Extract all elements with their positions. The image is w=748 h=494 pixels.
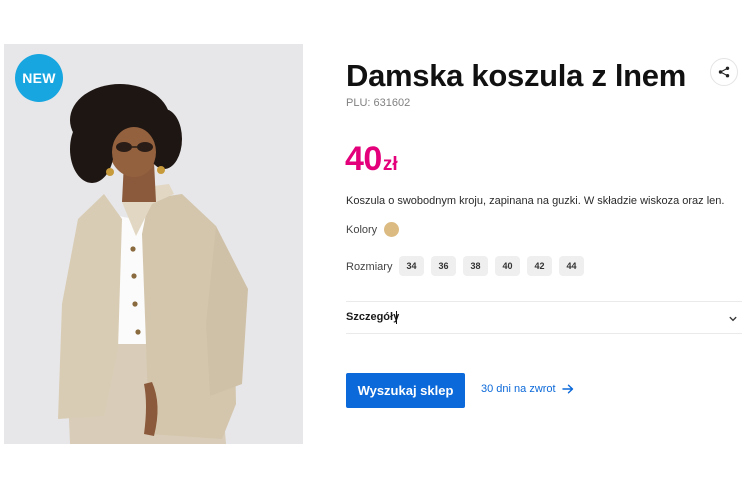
size-option[interactable]: 42 bbox=[527, 256, 552, 276]
size-options: 34 36 38 40 42 44 bbox=[399, 256, 584, 276]
color-swatch-beige[interactable] bbox=[384, 222, 399, 237]
colors-label: Kolory bbox=[346, 224, 378, 236]
size-option[interactable]: 38 bbox=[463, 256, 488, 276]
size-option[interactable]: 36 bbox=[431, 256, 456, 276]
returns-link[interactable]: 30 dni na zwrot bbox=[481, 383, 574, 395]
find-store-button[interactable]: Wyszukaj sklep bbox=[346, 373, 465, 408]
product-title: Damska koszula z lnem bbox=[346, 58, 687, 93]
product-price: 40zł bbox=[345, 140, 398, 179]
chevron-down-icon bbox=[729, 316, 737, 322]
returns-link-label: 30 dni na zwrot bbox=[481, 383, 556, 395]
share-button[interactable] bbox=[710, 58, 738, 86]
divider bbox=[346, 333, 742, 334]
model-photo-illustration bbox=[4, 44, 303, 444]
sizes-label: Rozmiary bbox=[346, 261, 393, 273]
product-photo[interactable]: NEW bbox=[4, 44, 303, 444]
price-currency: zł bbox=[382, 154, 398, 175]
details-chevron-button[interactable] bbox=[729, 311, 737, 329]
details-accordion-toggle[interactable]: Szczegóły bbox=[346, 311, 399, 323]
product-plu: PLU: 631602 bbox=[346, 97, 411, 109]
size-option[interactable]: 44 bbox=[559, 256, 584, 276]
price-value: 40 bbox=[345, 140, 382, 178]
divider bbox=[346, 301, 742, 302]
size-option[interactable]: 34 bbox=[399, 256, 424, 276]
size-option[interactable]: 40 bbox=[495, 256, 520, 276]
text-cursor bbox=[396, 311, 397, 324]
share-icon bbox=[718, 66, 730, 78]
arrow-right-icon bbox=[561, 384, 573, 394]
new-badge: NEW bbox=[15, 54, 63, 102]
product-description: Koszula o swobodnym kroju, zapinana na g… bbox=[346, 195, 725, 207]
